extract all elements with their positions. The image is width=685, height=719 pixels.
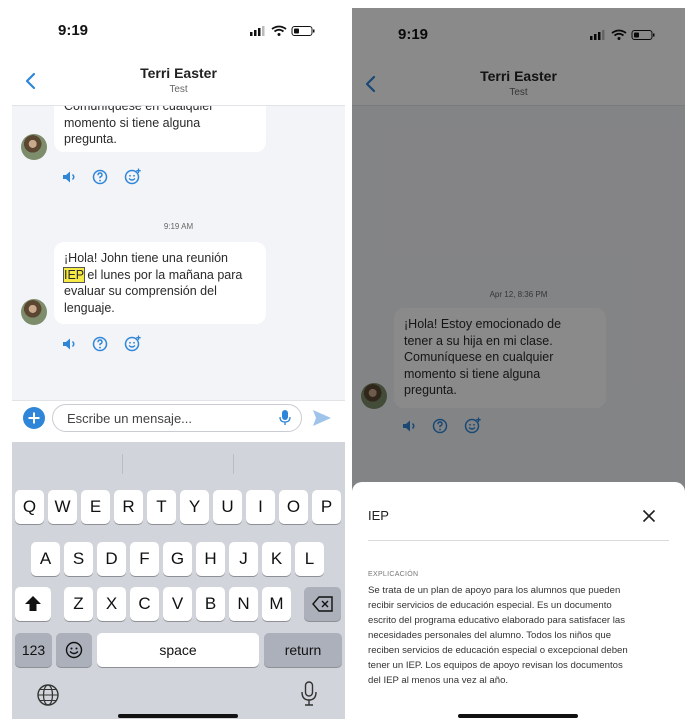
- battery-icon: [291, 26, 315, 36]
- key-j[interactable]: J: [229, 542, 258, 576]
- delete-key[interactable]: [304, 587, 341, 621]
- key-v[interactable]: V: [163, 587, 192, 621]
- divider: [368, 540, 669, 541]
- key-l[interactable]: L: [295, 542, 324, 576]
- key-g[interactable]: G: [163, 542, 192, 576]
- message-bubble: Comuníquese en cualquier momento si tien…: [54, 106, 266, 152]
- message-input-placeholder: Escribe un mensaje...: [67, 411, 193, 426]
- add-reaction-icon[interactable]: [124, 168, 142, 185]
- wifi-icon: [271, 25, 287, 36]
- key-w[interactable]: W: [48, 490, 77, 524]
- key-h[interactable]: H: [196, 542, 225, 576]
- emoji-key[interactable]: [56, 633, 92, 667]
- message-input[interactable]: Escribe un mensaje...: [52, 404, 302, 432]
- key-a[interactable]: A: [31, 542, 60, 576]
- signal-icon: [250, 26, 265, 36]
- status-time: 9:19: [58, 22, 89, 39]
- avatar: [21, 299, 47, 325]
- dictation-microphone-icon[interactable]: [300, 681, 318, 707]
- message-line: IEP el lunes por la mañana para: [63, 266, 243, 283]
- sheet-title: IEP: [368, 508, 389, 523]
- right-phone-screen: 9:19 Terri Easter Test Apr 12, 8:36 PM ¡…: [352, 8, 685, 719]
- key-k[interactable]: K: [262, 542, 291, 576]
- keyboard-keys: Q W E R T Y U I O P A S D F G H J K L Z …: [12, 490, 345, 719]
- add-attachment-icon[interactable]: [22, 406, 46, 430]
- key-p[interactable]: P: [312, 490, 341, 524]
- key-m[interactable]: M: [262, 587, 291, 621]
- key-t[interactable]: T: [147, 490, 176, 524]
- key-z[interactable]: Z: [64, 587, 93, 621]
- add-reaction-icon[interactable]: [124, 335, 142, 352]
- glossary-term-iep[interactable]: IEP: [63, 266, 85, 283]
- shift-key[interactable]: [15, 587, 51, 621]
- predictive-divider: [122, 454, 123, 474]
- key-y[interactable]: Y: [180, 490, 209, 524]
- key-q[interactable]: Q: [15, 490, 44, 524]
- speaker-icon[interactable]: [62, 170, 78, 184]
- message-list: Comuníquese en cualquier momento si tien…: [12, 106, 345, 406]
- section-label: EXPLICACIÓN: [368, 571, 419, 578]
- backspace-icon: [311, 596, 333, 612]
- definition-text: Se trata de un plan de apoyo para los al…: [368, 585, 628, 686]
- key-u[interactable]: U: [213, 490, 242, 524]
- key-e[interactable]: E: [81, 490, 110, 524]
- predictive-divider: [233, 454, 234, 474]
- contact-name: Terri Easter: [140, 65, 217, 81]
- help-icon[interactable]: [92, 336, 108, 352]
- left-phone-screen: 9:19 Terri Easter Test Comuníquese en cu…: [12, 8, 345, 719]
- shift-arrow-icon: [25, 596, 41, 611]
- home-indicator: [118, 714, 238, 718]
- key-n[interactable]: N: [229, 587, 258, 621]
- key-f[interactable]: F: [130, 542, 159, 576]
- key-s[interactable]: S: [64, 542, 93, 576]
- status-icons: [250, 25, 315, 36]
- glossary-sheet: IEP EXPLICACIÓN Se trata de un plan de a…: [352, 482, 685, 719]
- microphone-icon[interactable]: [278, 409, 292, 427]
- close-icon[interactable]: [642, 509, 656, 523]
- return-key[interactable]: return: [264, 633, 342, 667]
- home-indicator: [458, 714, 578, 718]
- message-timestamp: 9:19 AM: [163, 222, 194, 231]
- globe-icon[interactable]: [36, 683, 60, 707]
- key-o[interactable]: O: [279, 490, 308, 524]
- avatar: [21, 134, 47, 160]
- message-bubble: ¡Hola! John tiene una reunión IEP el lun…: [54, 242, 266, 324]
- speaker-icon[interactable]: [62, 337, 78, 351]
- send-icon[interactable]: [312, 409, 332, 427]
- numbers-key[interactable]: 123: [15, 633, 52, 667]
- key-i[interactable]: I: [246, 490, 275, 524]
- contact-subtitle: Test: [169, 84, 188, 95]
- help-icon[interactable]: [92, 169, 108, 185]
- key-c[interactable]: C: [130, 587, 159, 621]
- key-r[interactable]: R: [114, 490, 143, 524]
- key-x[interactable]: X: [97, 587, 126, 621]
- emoji-icon: [65, 641, 83, 659]
- space-key[interactable]: space: [97, 633, 259, 667]
- key-d[interactable]: D: [97, 542, 126, 576]
- key-b[interactable]: B: [196, 587, 225, 621]
